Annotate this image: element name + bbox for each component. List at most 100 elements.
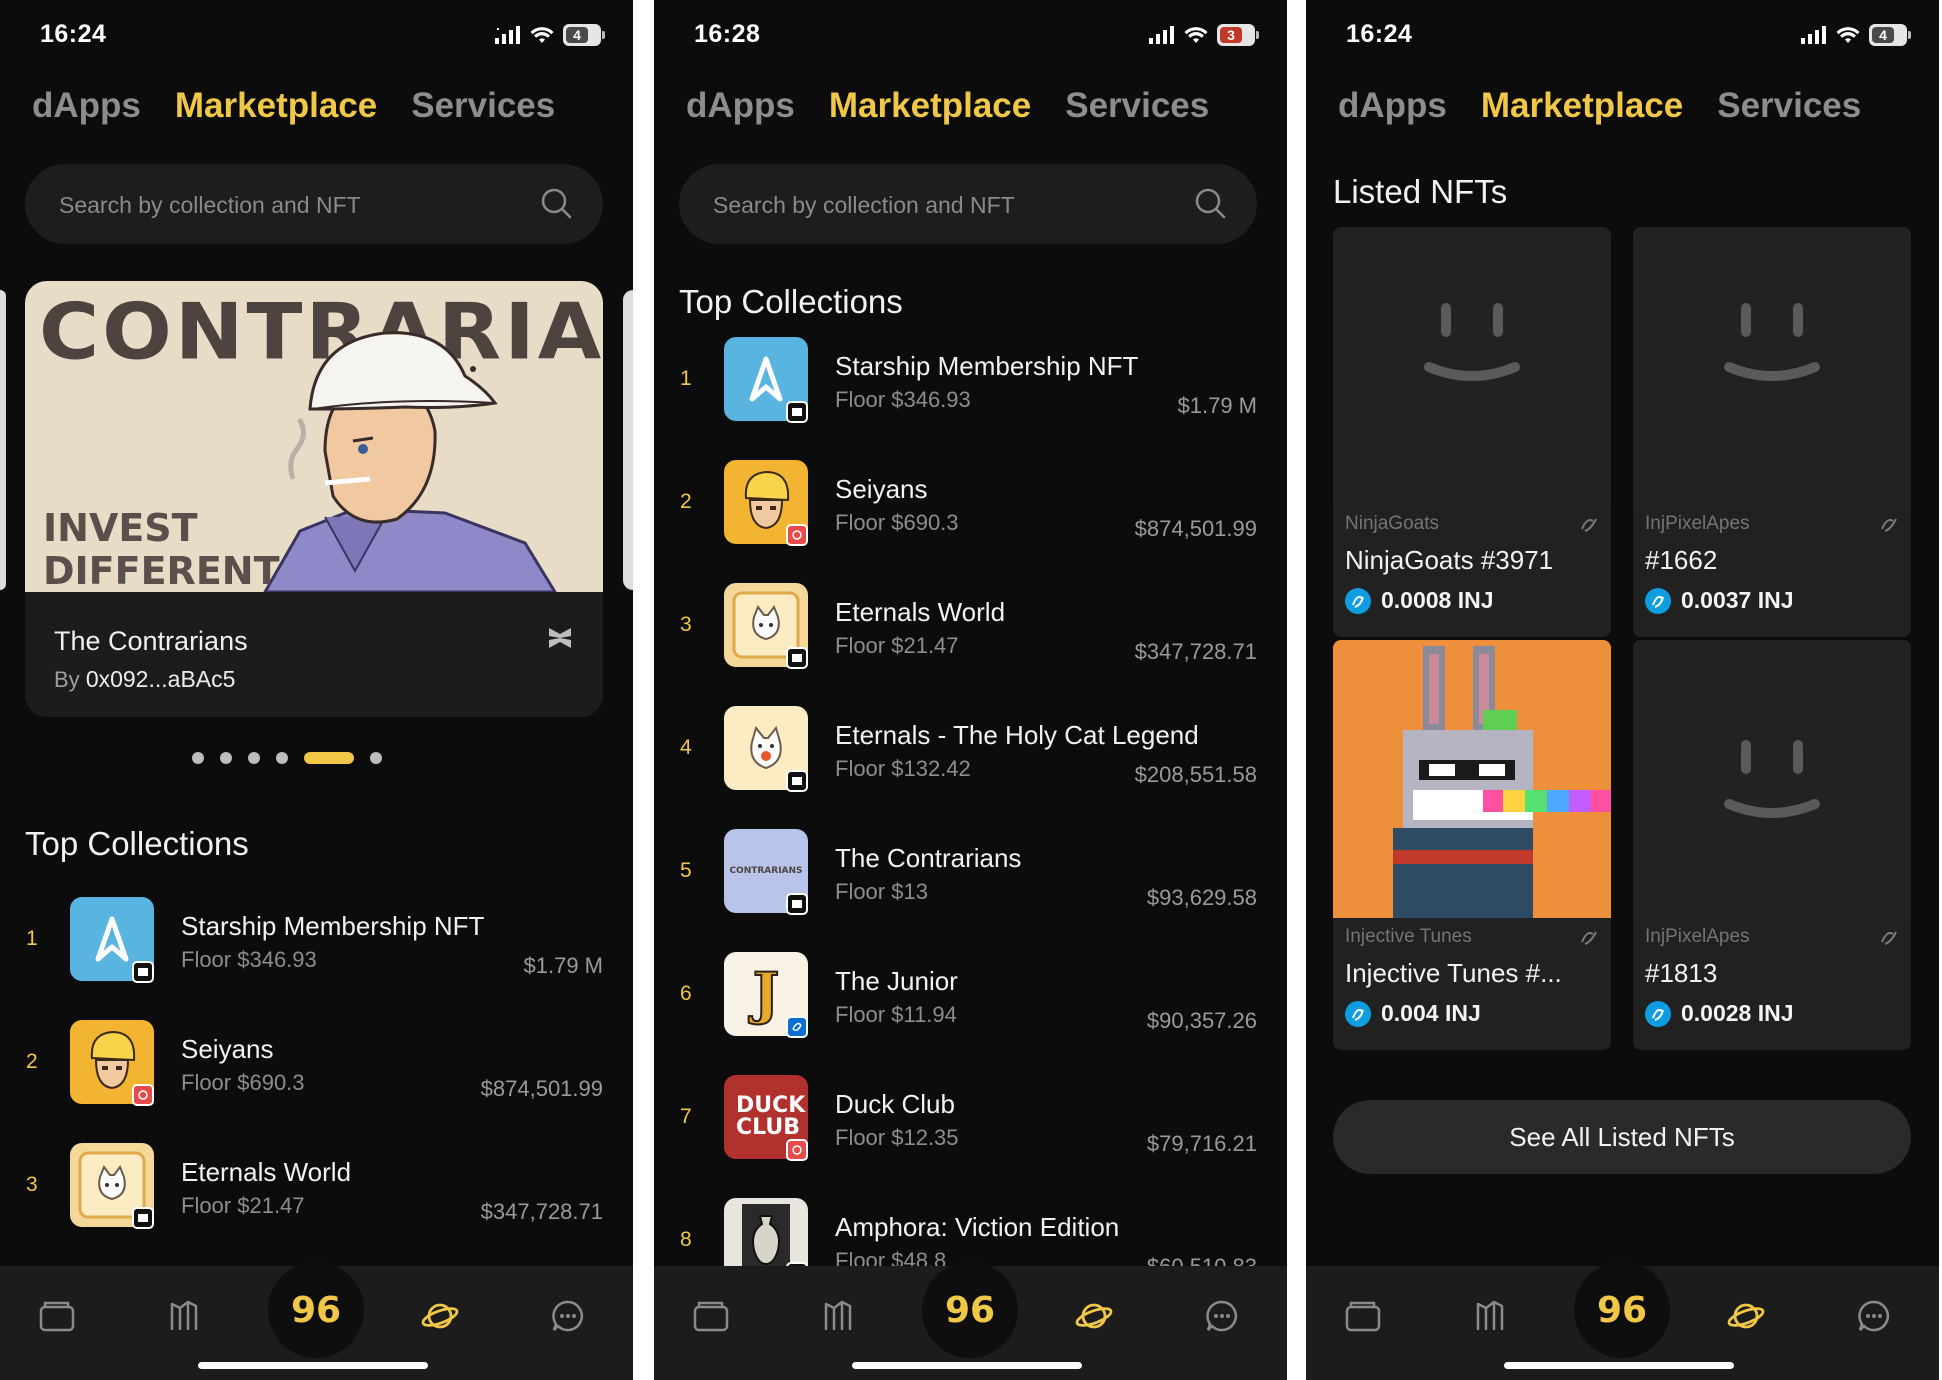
screen-top-collections: 16:28 3 dApps Marketplace Services Top C…: [654, 0, 1287, 1380]
top-collections-title: Top Collections: [679, 283, 903, 320]
home-logo-button[interactable]: 96: [1574, 1262, 1670, 1358]
battery-level: 4: [1872, 27, 1894, 43]
search-icon[interactable]: [539, 186, 573, 220]
nft-card[interactable]: Injective Tunes Injective Tunes #... 0.0…: [1333, 640, 1611, 1050]
nft-card[interactable]: NinjaGoats NinjaGoats #3971 0.0008 INJ: [1333, 227, 1611, 637]
nft-image: [1333, 640, 1611, 918]
inj-coin-icon: [1345, 587, 1371, 614]
thumbnail-label: CONTRARIANS: [729, 866, 803, 876]
home-logo-button[interactable]: 96: [922, 1262, 1018, 1358]
collection-rank: 4: [680, 736, 692, 759]
carousel-dot[interactable]: [370, 752, 382, 764]
tab-marketplace[interactable]: Marketplace: [175, 86, 377, 126]
chain-badge-icon: [786, 524, 808, 546]
carousel-dot[interactable]: [192, 752, 204, 764]
collection-row[interactable]: 4 Eternals - The Holy Cat Legend Floor $…: [654, 706, 1287, 796]
chain-badge-icon: [132, 1084, 154, 1106]
status-bar: 16:24 4: [0, 0, 633, 70]
collection-row[interactable]: 3 Eternals World Floor $21.47 $347,728.7…: [0, 1143, 633, 1233]
status-icons: 4: [495, 23, 605, 47]
tab-services[interactable]: Services: [1717, 86, 1861, 126]
featured-collection-card[interactable]: CONTRARIANS INVEST DIFFERENT The Contrar…: [25, 281, 603, 717]
collection-row[interactable]: 2 Seiyans Floor $690.3 $874,501.99: [0, 1020, 633, 1110]
chain-badge-icon: [786, 1016, 808, 1038]
collection-volume: $347,728.71: [480, 1199, 603, 1224]
smiley-placeholder-icon: [1424, 303, 1520, 381]
battery-level: 3: [1220, 27, 1242, 43]
tab-dapps[interactable]: dApps: [686, 86, 795, 126]
planet-icon[interactable]: [416, 1292, 464, 1340]
tab-services[interactable]: Services: [1065, 86, 1209, 126]
collection-name: Eternals - The Holy Cat Legend: [835, 720, 1199, 750]
chat-icon[interactable]: [1198, 1292, 1246, 1340]
chat-icon[interactable]: [1850, 1292, 1898, 1340]
collection-row[interactable]: 1 Starship Membership NFT Floor $346.93 …: [654, 337, 1287, 427]
carousel-prev-card[interactable]: [0, 290, 6, 590]
home-indicator: [1504, 1362, 1734, 1369]
nft-name: NinjaGoats #3971: [1345, 545, 1554, 575]
collection-floor: Floor $346.93: [181, 947, 317, 972]
collection-row[interactable]: 6 J The Junior Floor $11.94 $90,357.26: [654, 952, 1287, 1042]
status-time: 16:28: [694, 20, 761, 48]
collection-row[interactable]: 1 Starship Membership NFT Floor $346.93 …: [0, 897, 633, 987]
wallet-icon[interactable]: [1339, 1292, 1387, 1340]
search-icon[interactable]: [1193, 186, 1227, 220]
carousel-dot[interactable]: [220, 752, 232, 764]
status-time: 16:24: [40, 20, 107, 48]
collection-rank: 2: [680, 490, 692, 513]
tab-marketplace[interactable]: Marketplace: [1481, 86, 1683, 126]
collection-floor: Floor $346.93: [835, 387, 971, 412]
tab-dapps[interactable]: dApps: [1338, 86, 1447, 126]
thumbnail-label: J: [752, 960, 780, 1028]
tab-marketplace[interactable]: Marketplace: [829, 86, 1031, 126]
planet-icon[interactable]: [1070, 1292, 1118, 1340]
collection-row[interactable]: 7 DUCK CLUB Duck Club Floor $12.35 $79,7…: [654, 1075, 1287, 1165]
collection-floor: Floor $21.47: [835, 633, 959, 658]
carousel-dot[interactable]: [248, 752, 260, 764]
collection-floor: Floor $11.94: [835, 1002, 957, 1027]
bookmark-icon[interactable]: [814, 1292, 862, 1340]
collection-volume: $79,716.21: [1146, 1131, 1257, 1156]
collection-name: Duck Club: [835, 1089, 955, 1119]
logo-icon: 96: [945, 1290, 995, 1330]
collection-rank: 7: [680, 1105, 692, 1128]
injective-logo-icon: [1881, 931, 1897, 945]
planet-icon[interactable]: [1722, 1292, 1770, 1340]
nft-price: 0.004 INJ: [1381, 1000, 1481, 1026]
chat-icon[interactable]: [544, 1292, 592, 1340]
wifi-icon: [1184, 27, 1208, 43]
status-bar: 16:24 4: [1306, 0, 1939, 70]
wallet-icon[interactable]: [687, 1292, 735, 1340]
home-indicator: [198, 1362, 428, 1369]
injective-logo-icon: [1881, 518, 1897, 532]
tab-services[interactable]: Services: [411, 86, 555, 126]
chain-badge-icon: [786, 647, 808, 669]
nft-price-row: 0.0008 INJ: [1345, 587, 1494, 614]
carousel-next-card[interactable]: [623, 290, 633, 590]
bookmark-icon[interactable]: [160, 1292, 208, 1340]
collection-row[interactable]: 2 Seiyans Floor $690.3 $874,501.99: [654, 460, 1287, 550]
nft-price: 0.0037 INJ: [1681, 587, 1794, 613]
carousel-dot[interactable]: [276, 752, 288, 764]
battery-icon: 4: [1869, 24, 1911, 46]
collection-row[interactable]: 5 CONTRARIANS The Contrarians Floor $13 …: [654, 829, 1287, 919]
marketplace-logo-icon: [549, 628, 571, 648]
search-input[interactable]: [57, 164, 531, 246]
collection-volume: $347,728.71: [1134, 639, 1257, 664]
see-all-listed-nfts-button[interactable]: See All Listed NFTs: [1333, 1100, 1911, 1174]
home-logo-button[interactable]: 96: [268, 1262, 364, 1358]
nft-card[interactable]: InjPixelApes #1813 0.0028 INJ: [1633, 640, 1911, 1050]
creator-address: 0x092...aBAc5: [85, 666, 236, 692]
top-collections-title: Top Collections: [25, 825, 249, 862]
collection-rank: 1: [680, 367, 692, 390]
bookmark-icon[interactable]: [1466, 1292, 1514, 1340]
top-tabs: dApps Marketplace Services: [686, 86, 1209, 126]
collection-rank: 8: [680, 1228, 692, 1251]
collection-rank: 5: [680, 859, 692, 882]
wallet-icon[interactable]: [33, 1292, 81, 1340]
nft-card[interactable]: InjPixelApes #1662 0.0037 INJ: [1633, 227, 1911, 637]
tab-dapps[interactable]: dApps: [32, 86, 141, 126]
collection-row[interactable]: 3 Eternals World Floor $21.47 $347,728.7…: [654, 583, 1287, 673]
carousel-dot-active[interactable]: [304, 752, 354, 764]
search-input[interactable]: [711, 164, 1185, 246]
